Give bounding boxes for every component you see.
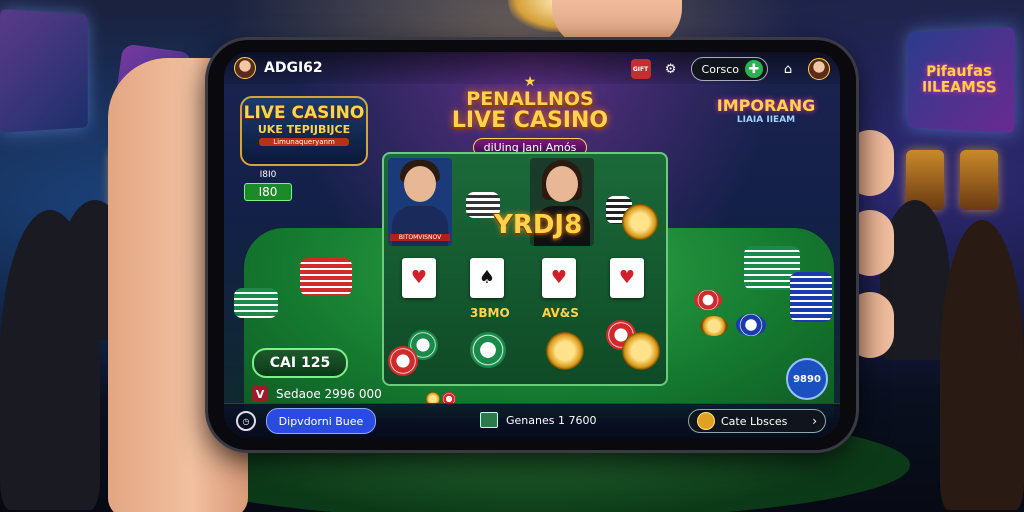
blue-chip (736, 314, 766, 336)
nav-button[interactable]: Dipvdorni Buee (266, 408, 376, 434)
games-info-text: Genanes 1 7600 (506, 413, 597, 427)
main-logo-line2: LIVE CASINO (451, 108, 609, 133)
green-chip[interactable] (470, 332, 506, 368)
top-icons: GIFT ⚙ Corsco ✚ ⌂ (630, 57, 830, 81)
bottom-bar: ◷ Dipvdorni Buee Genanes 1 7600 Cate Lbs… (224, 403, 840, 438)
logo-left-ribbon: Limunaqueryanm (259, 137, 349, 146)
background-screen-right: Pifaufas IILEAMSS (907, 26, 1015, 134)
phone: ADGI62 GIFT ⚙ Corsco ✚ ⌂ LIVE CASINO UKE… (208, 40, 856, 450)
card-heart[interactable]: ♥ (610, 258, 644, 298)
logo-left-subtitle: UKE TEPIJBIJCE (257, 122, 351, 136)
background-sign-right: Pifaufas IILEAMSS (922, 61, 997, 97)
logo-right: IMPORANG LIAIA IIEAM (712, 96, 820, 158)
dealer-tag: BITOMVISNOV (390, 234, 450, 241)
chip-stack (300, 258, 352, 296)
slot-machine (960, 150, 998, 210)
logo-left: LIVE CASINO UKE TEPIJBIJCE Limunaqueryan… (240, 96, 368, 166)
card-spade[interactable]: ♠ (470, 258, 504, 298)
app-screen: ADGI62 GIFT ⚙ Corsco ✚ ⌂ LIVE CASINO UKE… (224, 52, 840, 438)
gold-chip[interactable] (622, 332, 660, 370)
cashier-icon (480, 412, 498, 428)
coins-label: Corsco (701, 62, 739, 76)
profile-icon[interactable] (808, 58, 830, 80)
gold-chip (622, 204, 658, 240)
spectator (940, 220, 1024, 510)
coin-icon (697, 412, 715, 430)
brand-mark-icon: V (252, 386, 268, 402)
dealer-male: BITOMVISNOV (388, 158, 452, 246)
home-icon[interactable]: ⌂ (778, 59, 798, 79)
chip-stack (790, 272, 832, 322)
games-info[interactable]: Genanes 1 7600 (480, 412, 596, 428)
clock-icon[interactable]: ◷ (236, 411, 256, 431)
logo-left-title: LIVE CASINO (243, 103, 365, 123)
balance-text: Sedaoe 2996 000 (276, 387, 382, 401)
balance-row: V Sedaoe 2996 000 (252, 386, 382, 402)
game-title: YRDJ8 (494, 210, 583, 240)
bet-amount[interactable]: CAI 125 (252, 348, 348, 378)
username: ADGI62 (264, 60, 323, 76)
settings-icon[interactable]: ⚙ (661, 59, 681, 79)
gold-chip[interactable] (546, 332, 584, 370)
avatar-icon[interactable] (234, 57, 256, 79)
red-chip (694, 290, 722, 310)
logo-right-subtitle: LIAIA IIEAM (736, 115, 796, 125)
score-box: I8I0 I80 (244, 170, 292, 201)
main-logo-line1: PENALLNOS (466, 88, 594, 110)
player-label: AV&S (542, 306, 579, 320)
logo-right-title: IMPORANG (716, 96, 816, 115)
game-panel[interactable]: BITOMVISNOV YRDJ8 ♥ ♠ ♥ ♥ 3BMO AV&S (382, 152, 668, 386)
round-action-button[interactable]: 9890 (786, 358, 828, 400)
gift-icon[interactable]: GIFT (630, 59, 651, 79)
cashier-button[interactable]: Cate Lbsces › (688, 409, 826, 433)
background-screen-left (0, 9, 88, 133)
player-label: 3BMO (470, 306, 510, 320)
gold-chip (700, 316, 728, 336)
score-value: I80 (244, 183, 292, 201)
red-chip[interactable] (388, 346, 418, 376)
chip-stack (234, 288, 278, 318)
card-heart[interactable]: ♥ (402, 258, 436, 298)
card-heart[interactable]: ♥ (542, 258, 576, 298)
chevron-right-icon: › (812, 414, 817, 428)
coins-pill[interactable]: Corsco ✚ (690, 57, 768, 81)
plus-icon[interactable]: ✚ (745, 60, 763, 78)
score-label: I8I0 (259, 170, 277, 180)
cashier-text: Cate Lbsces (721, 414, 788, 428)
